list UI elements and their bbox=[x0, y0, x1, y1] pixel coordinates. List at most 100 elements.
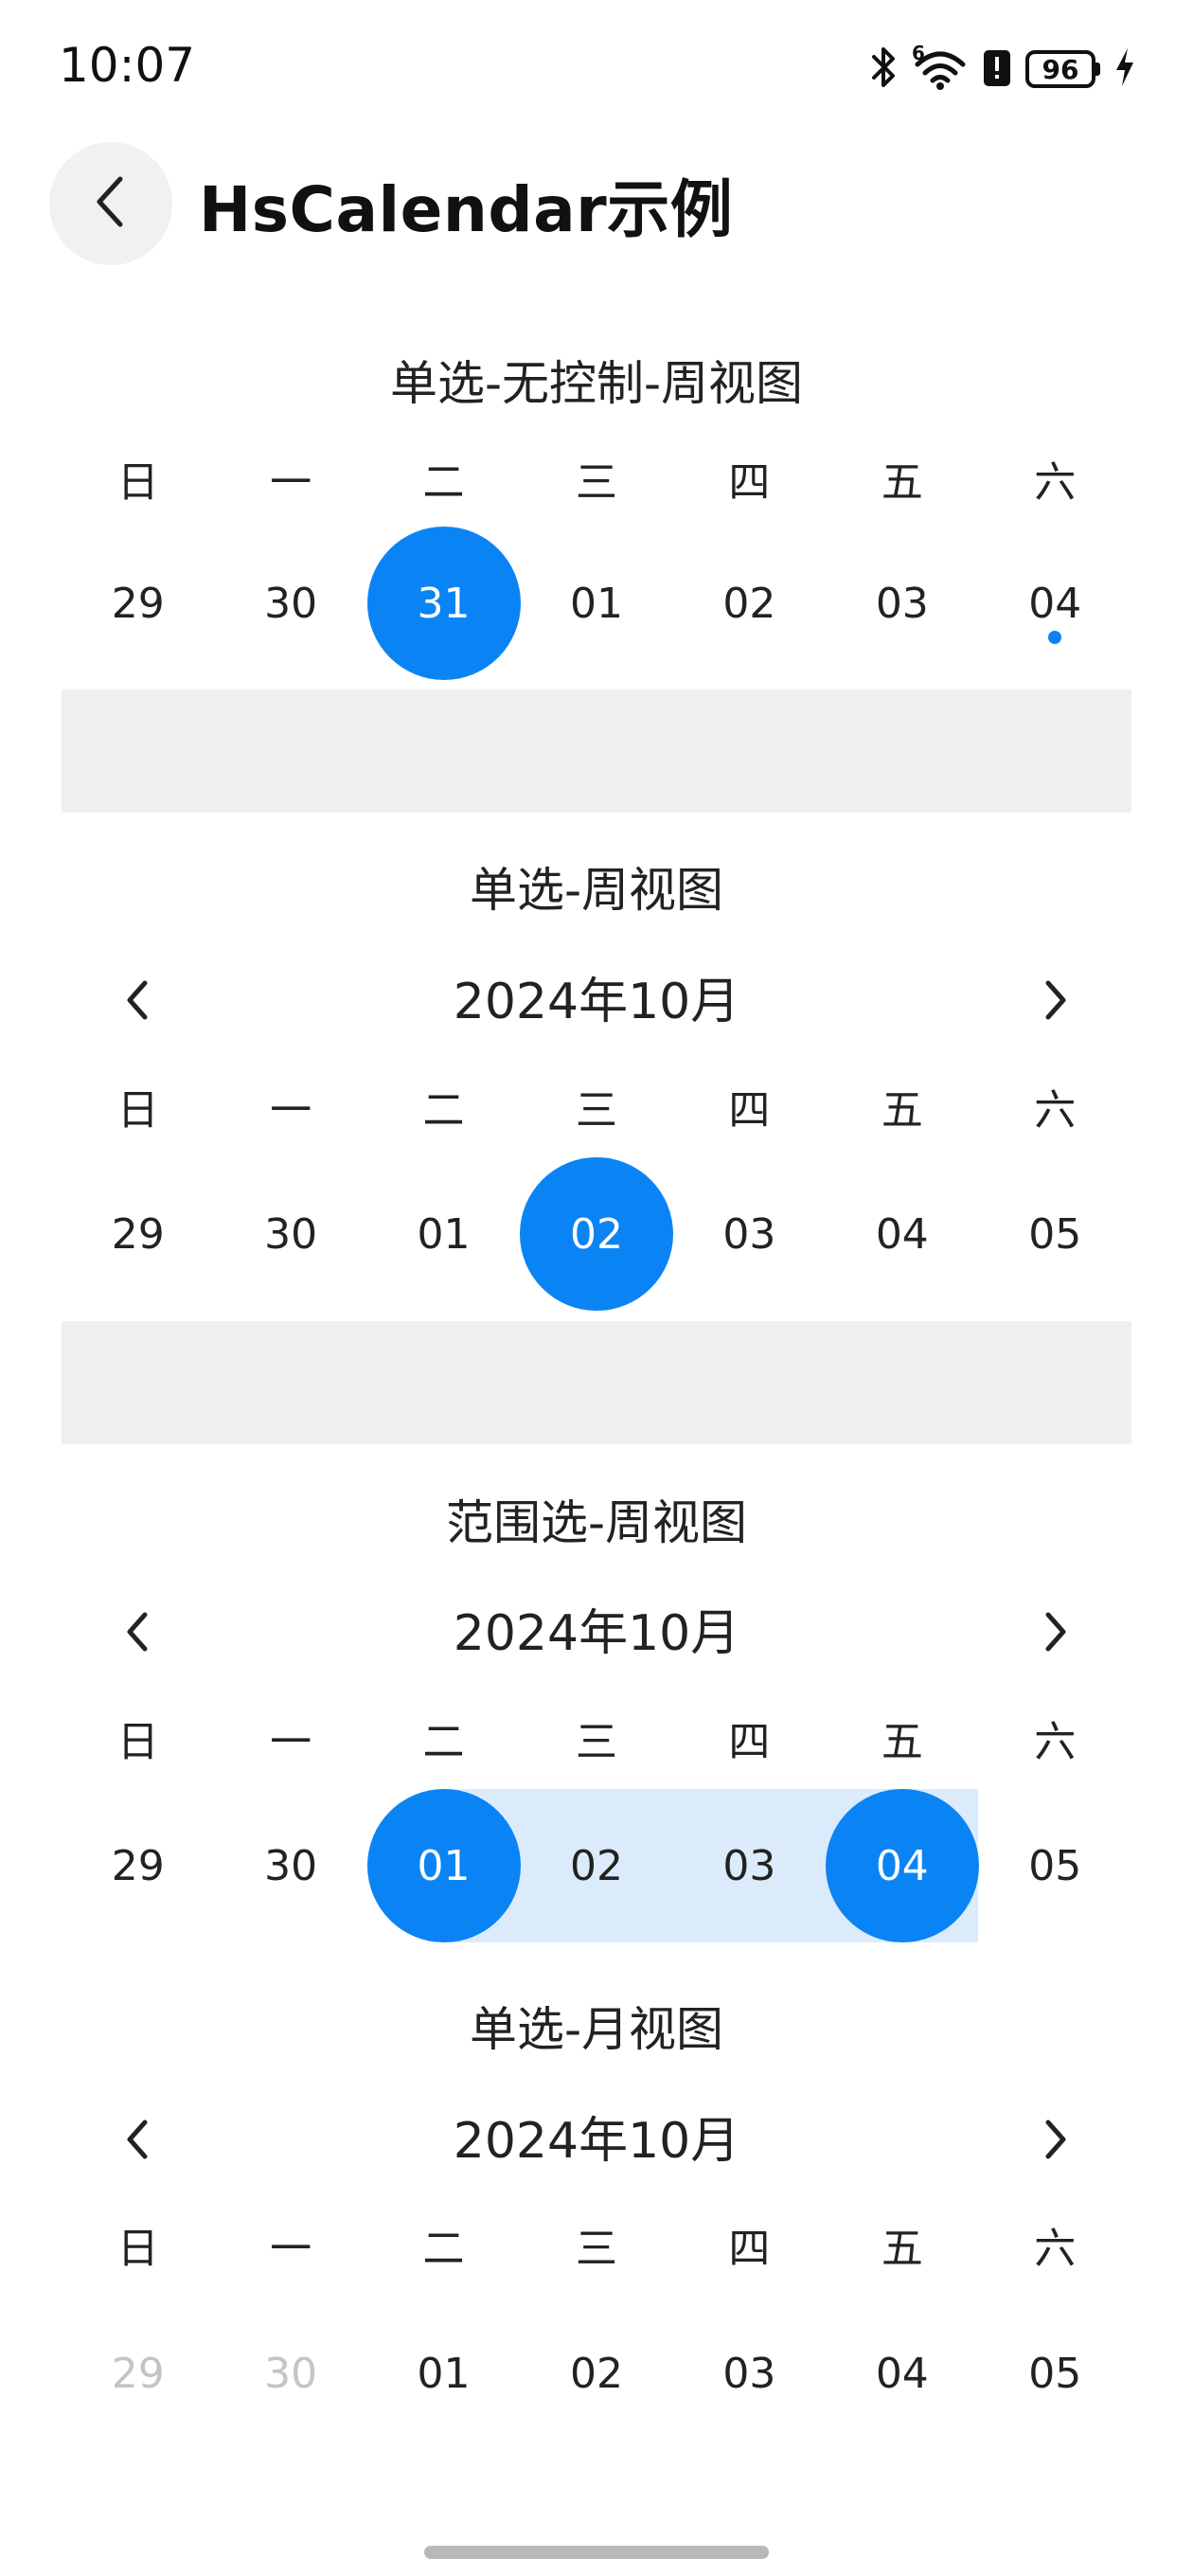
alert-icon bbox=[982, 46, 1012, 92]
weekday-label: 三 bbox=[575, 458, 617, 507]
day-cell[interactable]: 04 bbox=[979, 527, 1131, 680]
chevron-left-icon bbox=[92, 173, 130, 234]
day-cell[interactable]: 04 bbox=[826, 1157, 978, 1311]
battery-level: 96 bbox=[1025, 50, 1095, 88]
wifi-superscript: 6 bbox=[912, 42, 925, 64]
day-cell[interactable]: 02 bbox=[673, 527, 826, 680]
day-number: 04 bbox=[875, 1841, 929, 1890]
weekday-label: 六 bbox=[1034, 458, 1077, 507]
day-number: 04 bbox=[875, 2349, 929, 2398]
day-number: 30 bbox=[264, 1209, 318, 1259]
day-number: 04 bbox=[875, 1209, 929, 1259]
day-cell[interactable]: 05 bbox=[979, 1789, 1131, 1942]
week-days-row: 29 30 31 01 02 03 04 bbox=[62, 527, 1131, 680]
weekday-label: 五 bbox=[881, 1718, 923, 1766]
range-day[interactable]: 02 bbox=[520, 1789, 672, 1942]
day-cell[interactable]: 30 bbox=[214, 1157, 366, 1311]
next-month-button[interactable] bbox=[1008, 2094, 1103, 2189]
day-cell[interactable]: 05 bbox=[979, 2297, 1131, 2450]
weekday-label: 一 bbox=[270, 458, 312, 507]
content-panel bbox=[62, 1321, 1131, 1444]
day-cell[interactable]: 03 bbox=[826, 527, 978, 680]
day-number: 02 bbox=[569, 1841, 623, 1890]
charging-icon bbox=[1113, 46, 1136, 92]
weekday-header: 日 一 二 三 四 五 六 bbox=[62, 2197, 1131, 2292]
chevron-right-icon bbox=[1042, 2118, 1069, 2165]
day-number: 29 bbox=[111, 1209, 165, 1259]
month-navigation: 2024年10月 bbox=[62, 955, 1131, 1049]
section-title: 单选-无控制-周视图 bbox=[389, 356, 804, 411]
weekday-label: 日 bbox=[116, 1086, 159, 1135]
day-number: 03 bbox=[722, 1209, 776, 1259]
month-label: 2024年10月 bbox=[453, 1605, 740, 1662]
day-cell[interactable]: 01 bbox=[367, 2297, 520, 2450]
range-day[interactable]: 03 bbox=[673, 1789, 826, 1942]
section-title: 单选-周视图 bbox=[469, 863, 724, 918]
day-cell[interactable]: 29 bbox=[62, 1789, 214, 1942]
next-month-button[interactable] bbox=[1008, 955, 1103, 1049]
day-cell[interactable]: 01 bbox=[520, 527, 672, 680]
month-navigation: 2024年10月 bbox=[62, 1586, 1131, 1681]
day-cell-selected[interactable]: 31 bbox=[366, 527, 521, 680]
day-cell-other-month: 29 bbox=[62, 2297, 214, 2450]
day-number: 30 bbox=[264, 1841, 318, 1890]
day-cell[interactable]: 30 bbox=[214, 527, 366, 680]
weekday-label: 六 bbox=[1034, 1086, 1077, 1135]
weekday-header: 日 一 二 三 四 五 六 bbox=[62, 1690, 1131, 1785]
day-cell[interactable]: 29 bbox=[62, 527, 214, 680]
day-cell[interactable]: 30 bbox=[214, 1789, 366, 1942]
next-month-button[interactable] bbox=[1008, 1586, 1103, 1681]
day-number: 30 bbox=[264, 579, 318, 628]
day-cell-selected[interactable]: 02 bbox=[519, 1157, 673, 1311]
weekday-label: 四 bbox=[728, 458, 771, 507]
page-title: HsCalendar示例 bbox=[199, 173, 734, 246]
day-cell[interactable]: 05 bbox=[979, 1157, 1131, 1311]
battery-tip bbox=[1095, 63, 1100, 76]
range-end-day[interactable]: 04 bbox=[825, 1789, 979, 1942]
month-label: 2024年10月 bbox=[453, 2113, 740, 2170]
day-cell[interactable]: 03 bbox=[673, 2297, 826, 2450]
day-cell[interactable]: 29 bbox=[62, 1157, 214, 1311]
day-number: 05 bbox=[1028, 1209, 1082, 1259]
weekday-label: 四 bbox=[728, 2225, 771, 2273]
weekday-label: 五 bbox=[881, 2225, 923, 2273]
weekday-label: 六 bbox=[1034, 2225, 1077, 2273]
weekday-label: 一 bbox=[270, 1086, 312, 1135]
weekday-label: 日 bbox=[116, 2225, 159, 2273]
day-cell[interactable]: 01 bbox=[367, 1157, 520, 1311]
battery-icon: 96 bbox=[1025, 50, 1100, 88]
day-number: 03 bbox=[722, 2349, 776, 2398]
content-panel bbox=[62, 689, 1131, 813]
wifi-icon: 6 bbox=[912, 42, 969, 91]
day-number: 02 bbox=[569, 1209, 623, 1259]
week-days-row: 29 30 01 02 03 04 05 bbox=[62, 1157, 1131, 1311]
day-number: 01 bbox=[417, 2349, 471, 2398]
weekday-label: 二 bbox=[422, 1086, 465, 1135]
home-indicator[interactable] bbox=[424, 2546, 769, 2559]
back-button[interactable] bbox=[49, 142, 172, 265]
weekday-label: 三 bbox=[575, 2225, 617, 2273]
weekday-label: 一 bbox=[270, 2225, 312, 2273]
weekday-label: 一 bbox=[270, 1718, 312, 1766]
week-days-row: 29 30 01 02 03 04 05 bbox=[62, 1789, 1131, 1942]
month-label: 2024年10月 bbox=[453, 974, 740, 1030]
weekday-label: 二 bbox=[422, 2225, 465, 2273]
day-cell[interactable]: 03 bbox=[673, 1157, 826, 1311]
day-number: 01 bbox=[417, 1841, 471, 1890]
section-title: 范围选-周视图 bbox=[445, 1495, 748, 1550]
day-cell-other-month: 30 bbox=[214, 2297, 366, 2450]
day-number: 29 bbox=[111, 1841, 165, 1890]
chevron-right-icon bbox=[1042, 978, 1069, 1026]
day-number: 03 bbox=[722, 1841, 776, 1890]
weekday-label: 六 bbox=[1034, 1718, 1077, 1766]
weekday-label: 四 bbox=[728, 1718, 771, 1766]
weekday-header: 日 一 二 三 四 五 六 bbox=[62, 431, 1131, 526]
day-number: 29 bbox=[111, 579, 165, 628]
day-cell[interactable]: 02 bbox=[520, 2297, 672, 2450]
day-cell[interactable]: 04 bbox=[826, 2297, 978, 2450]
day-number: 01 bbox=[569, 579, 623, 628]
range-start-day[interactable]: 01 bbox=[366, 1789, 521, 1942]
day-number: 30 bbox=[264, 2349, 318, 2398]
day-number: 03 bbox=[875, 579, 929, 628]
weekday-label: 日 bbox=[116, 1718, 159, 1766]
